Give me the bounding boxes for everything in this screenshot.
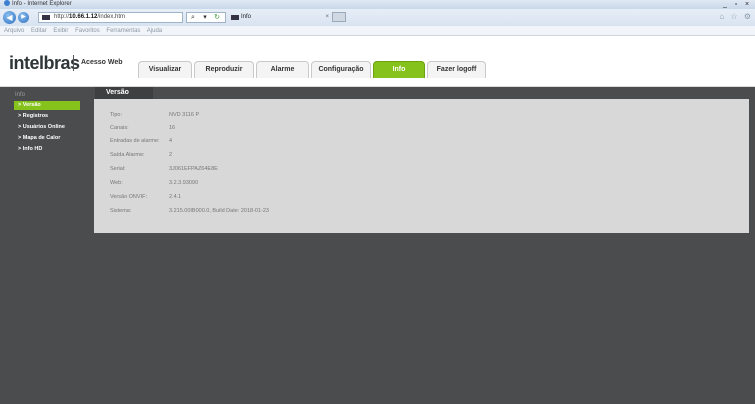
info-label: Serial: [110, 166, 126, 172]
browser-toolbar: ◀ ▶ http://10.66.1.12/index.htm ⌕ ▾ ↻ Info… [0, 9, 755, 26]
info-label: Entradas de alarme: [110, 138, 160, 144]
menu-ferramentas[interactable]: Ferramentas [106, 28, 140, 34]
close-window-button[interactable]: × [743, 0, 751, 9]
info-value: 3.2.3.93090 [169, 180, 199, 186]
dropdown-icon[interactable]: ▾ [199, 13, 211, 22]
browser-tab-title: Info [241, 14, 252, 20]
maximize-button[interactable]: ▫ [732, 0, 740, 9]
sidebar-item-versao[interactable]: > Versão [14, 101, 80, 110]
browser-tab[interactable]: Info × [229, 11, 329, 24]
info-value: 2.4.1 [169, 194, 182, 200]
tab-alarme[interactable]: Alarme [256, 61, 309, 78]
minimize-button[interactable]: _ [721, 0, 729, 9]
menu-bar: Arquivo Editar Exibir Favoritos Ferramen… [0, 26, 755, 36]
info-value: 4 [169, 138, 173, 144]
info-label: Versão ONVIF: [110, 194, 147, 200]
sidebar: Info > Versão > Registros > Usuários Onl… [0, 88, 93, 404]
sidebar-title: Info [15, 92, 26, 98]
address-host: 10.66.1.12 [69, 14, 98, 20]
info-value: 3.215.00IB000.0, Build Date: 2018-01-23 [169, 208, 269, 214]
tab-info[interactable]: Info [373, 61, 425, 78]
internet-explorer-icon [4, 0, 10, 6]
sidebar-item-registros[interactable]: > Registros [14, 112, 80, 121]
tab-configuracao[interactable]: Configuração [311, 61, 371, 78]
intelbras-logo: intelbras [9, 53, 80, 73]
info-value: NVD 3116 P [169, 112, 200, 118]
refresh-icon[interactable]: ↻ [211, 13, 223, 22]
menu-favoritos[interactable]: Favoritos [75, 28, 100, 34]
window-controls: _ ▫ × [721, 0, 751, 9]
menu-exibir[interactable]: Exibir [53, 28, 68, 34]
info-value: 16 [169, 125, 176, 131]
sidebar-item-info-hd[interactable]: > Info HD [14, 145, 80, 154]
tab-versao[interactable]: Versão [95, 87, 153, 99]
address-bar[interactable]: http://10.66.1.12/index.htm [38, 12, 183, 23]
menu-ajuda[interactable]: Ajuda [147, 28, 162, 34]
info-value: 3J061EFPAZ64E8E [169, 166, 218, 172]
info-label: Saída Alarme: [110, 152, 145, 158]
address-prefix: http:// [54, 14, 70, 20]
page-icon [42, 15, 50, 20]
window-title: Info - Internet Explorer [12, 1, 72, 7]
tab-fazer-logoff[interactable]: Fazer logoff [427, 61, 486, 78]
info-value: 2 [169, 152, 173, 158]
info-label: Web: [110, 180, 123, 186]
tab-reproduzir[interactable]: Reproduzir [194, 61, 254, 78]
logo-divider [73, 55, 74, 71]
forward-button[interactable]: ▶ [18, 12, 29, 23]
back-button[interactable]: ◀ [3, 11, 16, 24]
sidebar-item-usuarios-online[interactable]: > Usuários Online [14, 123, 80, 132]
address-tools: ⌕ ▾ ↻ [186, 12, 226, 23]
menu-editar[interactable]: Editar [31, 28, 47, 34]
app-header: intelbras Acesso Web Visualizar Reproduz… [0, 36, 755, 78]
search-icon[interactable]: ⌕ [187, 13, 199, 22]
tab-visualizar[interactable]: Visualizar [138, 61, 192, 78]
sidebar-item-mapa-de-calor[interactable]: > Mapa de Calor [14, 134, 80, 143]
window-titlebar: Info - Internet Explorer _ ▫ × [0, 0, 755, 9]
home-favorites-tools-icons[interactable]: ⌂ ☆ ⚙ [719, 12, 753, 21]
close-tab-icon[interactable]: × [325, 11, 329, 24]
page-icon [231, 15, 239, 20]
version-info-panel: Tipo: NVD 3116 P Canais: 16 Entradas de … [94, 99, 749, 233]
address-path: /index.htm [97, 14, 126, 20]
acesso-web-label: Acesso Web [81, 59, 123, 66]
info-label: Tipo: [110, 112, 123, 118]
menu-arquivo[interactable]: Arquivo [4, 28, 24, 34]
header-underline [0, 78, 755, 87]
info-label: Canais: [110, 125, 129, 131]
new-tab-button[interactable] [332, 12, 346, 22]
info-label: Sistema: [110, 208, 132, 214]
